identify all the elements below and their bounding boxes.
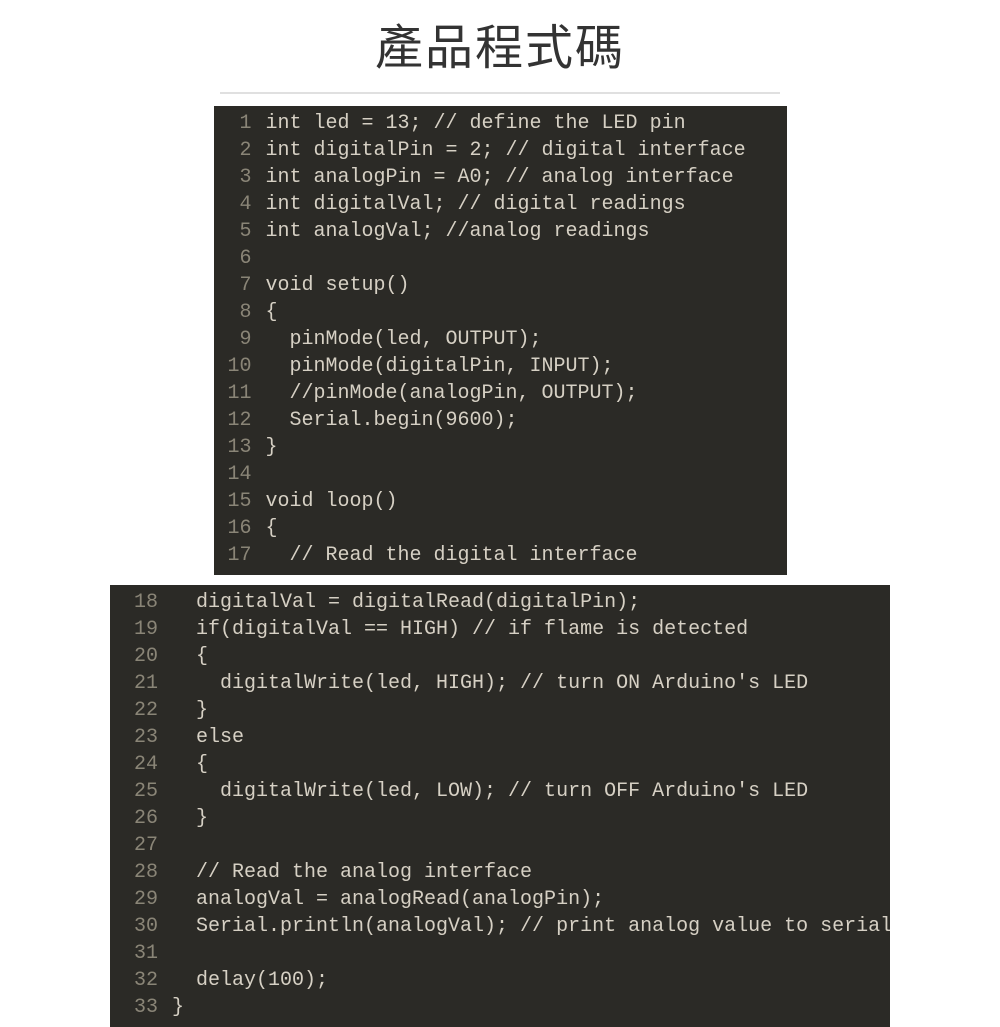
line-gutter-1: 1234567891011121314151617 — [214, 106, 260, 575]
title-underline — [220, 92, 780, 94]
code-line: // Read the digital interface — [266, 542, 779, 569]
line-number: 27 — [116, 832, 158, 859]
line-gutter-2: 18192021222324252627282930313233 — [110, 585, 166, 1027]
line-number: 30 — [116, 913, 158, 940]
code-line: int digitalVal; // digital readings — [266, 191, 779, 218]
code-line — [172, 940, 882, 967]
line-number: 13 — [220, 434, 252, 461]
code-line: { — [266, 515, 779, 542]
code-line: void loop() — [266, 488, 779, 515]
page-title: 產品程式碼 — [0, 0, 1000, 92]
line-number: 6 — [220, 245, 252, 272]
line-number: 25 — [116, 778, 158, 805]
line-number: 12 — [220, 407, 252, 434]
code-line: } — [172, 805, 882, 832]
line-number: 19 — [116, 616, 158, 643]
code-line: void setup() — [266, 272, 779, 299]
code-line: int analogVal; //analog readings — [266, 218, 779, 245]
code-line: if(digitalVal == HIGH) // if flame is de… — [172, 616, 882, 643]
code-line: int analogPin = A0; // analog interface — [266, 164, 779, 191]
line-number: 9 — [220, 326, 252, 353]
code-line: pinMode(digitalPin, INPUT); — [266, 353, 779, 380]
line-number: 7 — [220, 272, 252, 299]
line-number: 29 — [116, 886, 158, 913]
code-lines-1: int led = 13; // define the LED pinint d… — [260, 106, 787, 575]
code-line: analogVal = analogRead(analogPin); — [172, 886, 882, 913]
code-line: digitalVal = digitalRead(digitalPin); — [172, 589, 882, 616]
code-line: pinMode(led, OUTPUT); — [266, 326, 779, 353]
code-line: digitalWrite(led, LOW); // turn OFF Ardu… — [172, 778, 882, 805]
line-number: 33 — [116, 994, 158, 1021]
code-line: delay(100); — [172, 967, 882, 994]
line-number: 10 — [220, 353, 252, 380]
code-line: { — [266, 299, 779, 326]
line-number: 5 — [220, 218, 252, 245]
line-number: 23 — [116, 724, 158, 751]
code-line: Serial.begin(9600); — [266, 407, 779, 434]
code-line: int digitalPin = 2; // digital interface — [266, 137, 779, 164]
line-number: 32 — [116, 967, 158, 994]
code-block-1: 1234567891011121314151617 int led = 13; … — [214, 106, 787, 575]
line-number: 16 — [220, 515, 252, 542]
line-number: 28 — [116, 859, 158, 886]
line-number: 8 — [220, 299, 252, 326]
line-number: 18 — [116, 589, 158, 616]
code-line: } — [172, 697, 882, 724]
code-line: else — [172, 724, 882, 751]
line-number: 3 — [220, 164, 252, 191]
line-number: 22 — [116, 697, 158, 724]
code-line — [266, 245, 779, 272]
code-line: { — [172, 643, 882, 670]
code-line: //pinMode(analogPin, OUTPUT); — [266, 380, 779, 407]
code-line: Serial.println(analogVal); // print anal… — [172, 913, 882, 940]
line-number: 26 — [116, 805, 158, 832]
line-number: 2 — [220, 137, 252, 164]
code-line: digitalWrite(led, HIGH); // turn ON Ardu… — [172, 670, 882, 697]
code-line — [172, 832, 882, 859]
line-number: 20 — [116, 643, 158, 670]
line-number: 1 — [220, 110, 252, 137]
line-number: 11 — [220, 380, 252, 407]
line-number: 24 — [116, 751, 158, 778]
line-number: 31 — [116, 940, 158, 967]
code-lines-2: digitalVal = digitalRead(digitalPin); if… — [166, 585, 890, 1027]
code-line: { — [172, 751, 882, 778]
line-number: 21 — [116, 670, 158, 697]
code-line: // Read the analog interface — [172, 859, 882, 886]
line-number: 15 — [220, 488, 252, 515]
code-line — [266, 461, 779, 488]
line-number: 17 — [220, 542, 252, 569]
line-number: 14 — [220, 461, 252, 488]
line-number: 4 — [220, 191, 252, 218]
code-block-2: 18192021222324252627282930313233 digital… — [110, 585, 890, 1027]
code-line: } — [172, 994, 882, 1021]
code-line: int led = 13; // define the LED pin — [266, 110, 779, 137]
code-line: } — [266, 434, 779, 461]
